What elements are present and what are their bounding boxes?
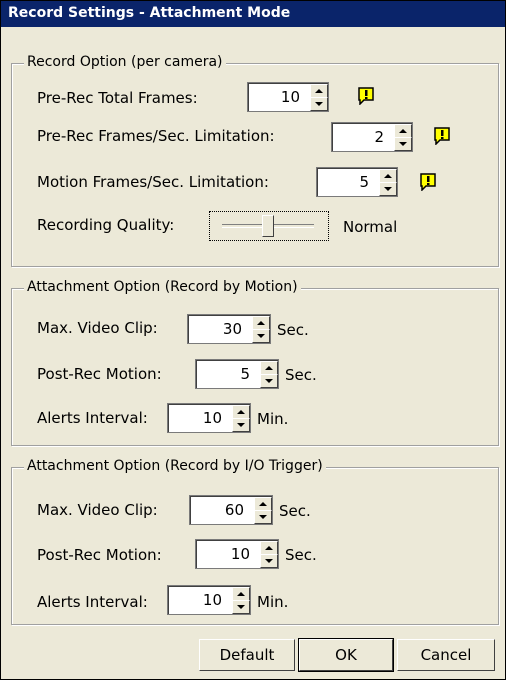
warning-icon[interactable]	[433, 127, 451, 145]
spin-up-button[interactable]	[260, 541, 278, 555]
spin-down-button[interactable]	[379, 182, 397, 196]
pre-rec-total-frames-label: Pre-Rec Total Frames:	[37, 89, 198, 107]
spin-up-button[interactable]	[379, 169, 397, 183]
spin-down-button[interactable]	[260, 374, 278, 388]
spin-up-button[interactable]	[254, 497, 272, 511]
motion-max-video-clip-label: Max. Video Clip:	[37, 319, 158, 337]
pre-rec-total-frames-value[interactable]: 10	[248, 88, 308, 106]
spin-up-button[interactable]	[260, 361, 278, 375]
io-max-video-clip-spinner[interactable]: 60	[189, 495, 273, 525]
motion-post-rec-value[interactable]: 5	[196, 365, 258, 383]
pre-rec-fps-limitation-spinner[interactable]: 2	[331, 122, 413, 152]
record-settings-window: Record Settings - Attachment Mode Record…	[0, 0, 506, 680]
recording-quality-value: Normal	[343, 218, 398, 236]
io-alerts-interval-label: Alerts Interval:	[37, 593, 148, 611]
spin-down-button[interactable]	[254, 510, 272, 524]
motion-fps-limitation-label: Motion Frames/Sec. Limitation:	[37, 173, 269, 191]
spin-up-button[interactable]	[232, 587, 250, 601]
spin-up-button[interactable]	[310, 84, 328, 98]
motion-post-rec-label: Post-Rec Motion:	[37, 365, 162, 383]
spin-up-button[interactable]	[232, 405, 250, 419]
io-alerts-interval-unit: Min.	[257, 593, 289, 611]
io-max-video-clip-label: Max. Video Clip:	[37, 501, 158, 519]
recording-quality-slider[interactable]	[209, 211, 329, 241]
attachment-io-legend: Attachment Option (Record by I/O Trigger…	[24, 458, 326, 474]
io-post-rec-spinner[interactable]: 10	[195, 539, 279, 569]
motion-post-rec-spinner[interactable]: 5	[195, 359, 279, 389]
attachment-motion-legend: Attachment Option (Record by Motion)	[24, 279, 301, 295]
spin-down-button[interactable]	[260, 554, 278, 568]
io-alerts-interval-value[interactable]: 10	[168, 591, 230, 609]
spin-up-button[interactable]	[252, 316, 270, 330]
motion-fps-limitation-spinner[interactable]: 5	[316, 167, 398, 197]
record-option-legend: Record Option (per camera)	[24, 54, 226, 70]
io-post-rec-label: Post-Rec Motion:	[37, 546, 162, 564]
io-post-rec-unit: Sec.	[285, 546, 317, 564]
cancel-button[interactable]: Cancel	[397, 639, 495, 671]
io-max-video-clip-unit: Sec.	[279, 502, 311, 520]
motion-alerts-interval-spinner[interactable]: 10	[167, 403, 251, 433]
title-bar[interactable]: Record Settings - Attachment Mode	[1, 1, 505, 27]
ok-button[interactable]: OK	[298, 638, 394, 672]
motion-post-rec-unit: Sec.	[285, 366, 317, 384]
default-button[interactable]: Default	[199, 639, 295, 671]
recording-quality-label: Recording Quality:	[37, 216, 175, 234]
motion-max-video-clip-spinner[interactable]: 30	[187, 314, 271, 344]
spin-down-button[interactable]	[252, 329, 270, 343]
motion-alerts-interval-value[interactable]: 10	[168, 409, 230, 427]
warning-icon[interactable]	[357, 87, 375, 105]
motion-max-video-clip-unit: Sec.	[277, 321, 309, 339]
spin-down-button[interactable]	[232, 600, 250, 614]
spin-down-button[interactable]	[232, 418, 250, 432]
motion-alerts-interval-unit: Min.	[257, 410, 289, 428]
window-title: Record Settings - Attachment Mode	[8, 5, 291, 21]
pre-rec-fps-limitation-label: Pre-Rec Frames/Sec. Limitation:	[37, 127, 275, 145]
motion-max-video-clip-value[interactable]: 30	[188, 320, 250, 338]
motion-alerts-interval-label: Alerts Interval:	[37, 409, 148, 427]
spin-down-button[interactable]	[310, 97, 328, 111]
slider-thumb[interactable]	[262, 215, 274, 237]
warning-icon[interactable]	[419, 173, 437, 191]
spin-up-button[interactable]	[394, 124, 412, 138]
io-max-video-clip-value[interactable]: 60	[190, 501, 252, 519]
io-alerts-interval-spinner[interactable]: 10	[167, 585, 251, 615]
motion-fps-limitation-value[interactable]: 5	[317, 173, 377, 191]
pre-rec-fps-limitation-value[interactable]: 2	[332, 128, 392, 146]
pre-rec-total-frames-spinner[interactable]: 10	[247, 82, 329, 112]
spin-down-button[interactable]	[394, 137, 412, 151]
io-post-rec-value[interactable]: 10	[196, 545, 258, 563]
